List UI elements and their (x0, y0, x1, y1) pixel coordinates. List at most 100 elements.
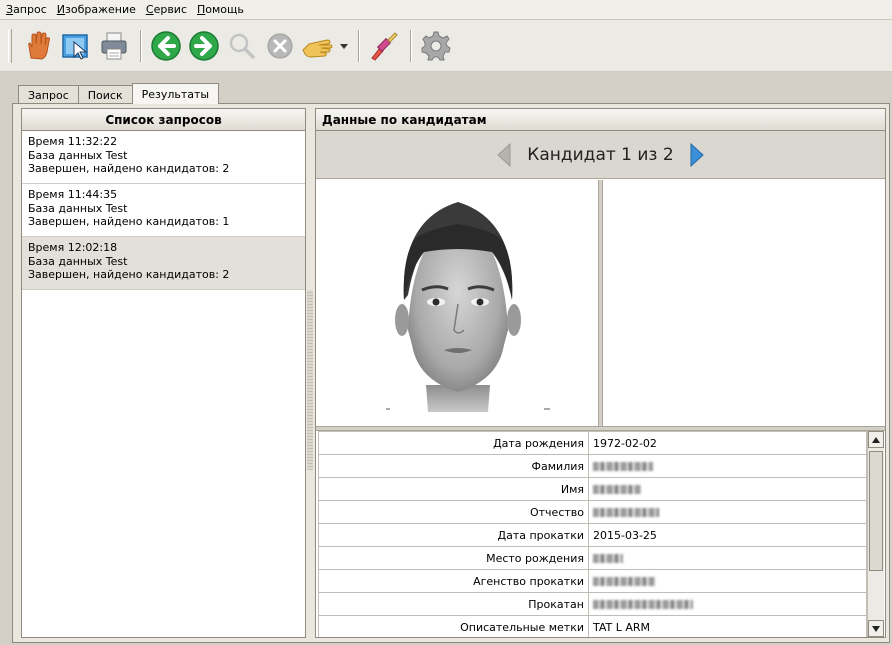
settings-button[interactable] (418, 28, 454, 64)
field-label: Прокатан (318, 592, 589, 616)
triangle-up-icon (872, 436, 880, 443)
table-row: Дата рождения 1972-02-02 (318, 431, 867, 455)
field-label: Дата прокатки (318, 523, 589, 547)
redacted-value (593, 600, 693, 609)
field-value: 2015-03-25 (588, 523, 867, 547)
toolbar (0, 20, 892, 72)
table-row: Дата прокатки 2015-03-25 (318, 523, 867, 547)
request-item[interactable]: Время 11:32:22 База данных Test Завершен… (22, 131, 305, 184)
field-value: TAT L ARM (588, 615, 867, 637)
toolbar-separator (140, 29, 142, 62)
candidates-panel-title: Данные по кандидатам (316, 109, 885, 131)
field-value-redacted (588, 592, 867, 616)
select-region-button[interactable] (58, 28, 94, 64)
field-label: Отчество (318, 500, 589, 524)
requests-panel-title: Список запросов (22, 109, 305, 131)
field-label: Агенство прокатки (318, 569, 589, 593)
back-button[interactable] (148, 28, 184, 64)
menu-label: зображение (65, 3, 136, 16)
request-item-selected[interactable]: Время 12:02:18 База данных Test Завершен… (22, 237, 305, 290)
candidate-counter: Кандидат 1 из 2 (527, 144, 674, 165)
field-value-redacted (588, 546, 867, 570)
select-region-icon (62, 33, 88, 60)
toolbar-grip[interactable] (8, 28, 12, 63)
candidate-photo-cell (316, 180, 598, 426)
table-row: Отчество (318, 500, 867, 524)
redacted-value (593, 462, 653, 471)
scroll-thumb[interactable] (869, 451, 883, 571)
field-value-redacted (588, 569, 867, 593)
printer-icon (101, 32, 127, 59)
request-item[interactable]: Время 11:44:35 База данных Test Завершен… (22, 184, 305, 237)
candidates-panel: Данные по кандидатам Кандидат 1 из 2 Дат… (315, 108, 886, 638)
menu-service[interactable]: Сервис (146, 3, 187, 16)
scroll-down-button[interactable] (868, 620, 884, 637)
field-label: Место рождения (318, 546, 589, 570)
forward-icon (189, 30, 219, 61)
arrow-left-icon (497, 142, 511, 167)
toolbar-separator (410, 29, 412, 62)
menu-zapros[interactable]: Запрос (6, 3, 47, 16)
menu-image[interactable]: Изображение (57, 3, 136, 16)
vertical-splitter[interactable] (307, 290, 313, 470)
request-status: Завершен, найдено кандидатов: 2 (28, 162, 230, 175)
field-value-redacted (588, 454, 867, 478)
print-button[interactable] (96, 28, 132, 64)
field-value-redacted (588, 500, 867, 524)
face-photo (386, 202, 550, 412)
field-label: Дата рождения (318, 431, 589, 455)
field-label: Имя (318, 477, 589, 501)
menu-help[interactable]: Помощь (197, 3, 244, 16)
next-candidate-button[interactable] (686, 142, 708, 168)
table-row: Агенство прокатки (318, 569, 867, 593)
tab-search[interactable]: Поиск (77, 85, 133, 104)
field-label: Фамилия (318, 454, 589, 478)
field-label: Описательные метки (318, 615, 589, 637)
settings-icon (421, 31, 451, 60)
request-time: Время 12:02:18 (28, 241, 118, 254)
redacted-value (593, 485, 641, 494)
hand-icon (28, 30, 50, 60)
request-db: База данных Test (28, 201, 128, 215)
redacted-value (593, 554, 623, 563)
candidate-fields-table: Дата рождения 1972-02-02 Фамилия Имя Отче… (318, 431, 883, 637)
prev-candidate-button[interactable] (493, 142, 515, 168)
request-time: Время 11:44:35 (28, 188, 118, 201)
table-row: Фамилия (318, 454, 867, 478)
hand-tool-button[interactable] (20, 28, 56, 64)
request-db: База данных Test (28, 254, 128, 268)
table-row: Место рождения (318, 546, 867, 570)
pointing-hand-dropdown[interactable] (338, 28, 350, 64)
menu-bar: Запрос Изображение Сервис Помощь (0, 0, 892, 20)
pointing-hand-button[interactable] (300, 28, 336, 64)
pointing-hand-icon (302, 38, 333, 58)
table-row: Прокатан (318, 592, 867, 616)
tab-zapros[interactable]: Запрос (18, 85, 79, 104)
candidate-navigator: Кандидат 1 из 2 (316, 131, 885, 179)
back-icon (151, 30, 181, 61)
secondary-photo-cell (603, 180, 885, 426)
request-status: Завершен, найдено кандидатов: 2 (28, 268, 230, 281)
requests-panel: Список запросов Время 11:32:22 База данн… (21, 108, 306, 638)
forward-button[interactable] (186, 28, 222, 64)
table-scrollbar[interactable] (867, 431, 884, 637)
menu-hotkey: И (56, 3, 65, 16)
menu-label: омощь (205, 3, 244, 16)
field-value: 1972-02-02 (588, 431, 867, 455)
main-tabs: Запрос Поиск Результаты (18, 83, 220, 104)
dropdown-arrow-icon (340, 43, 348, 49)
scroll-up-button[interactable] (868, 431, 884, 448)
cancel-icon (267, 33, 293, 58)
menu-hotkey: З (6, 3, 14, 16)
zoom-button[interactable] (224, 28, 260, 64)
brush-icon (371, 31, 398, 61)
cancel-button[interactable] (262, 28, 298, 64)
brush-button[interactable] (366, 28, 402, 64)
request-status: Завершен, найдено кандидатов: 1 (28, 215, 230, 228)
zoom-icon (229, 33, 255, 59)
menu-label: ервис (153, 3, 187, 16)
field-value-redacted (588, 477, 867, 501)
request-db: База данных Test (28, 148, 128, 162)
triangle-down-icon (872, 625, 880, 632)
tab-results[interactable]: Результаты (131, 83, 220, 104)
